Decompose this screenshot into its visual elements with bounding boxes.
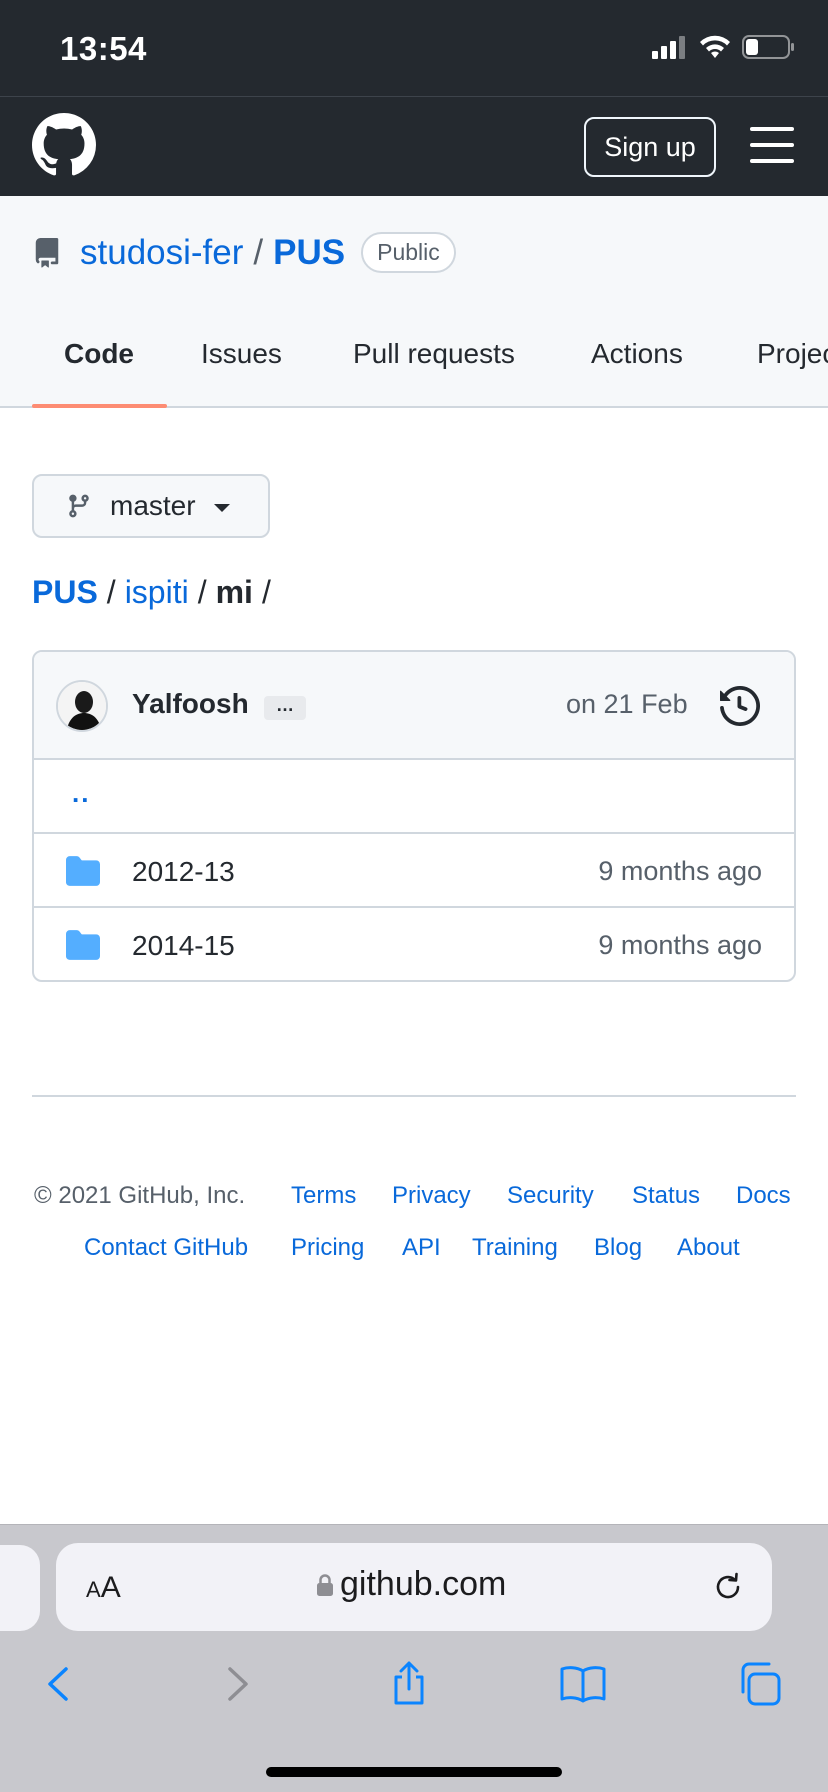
- parent-directory-link[interactable]: ..: [72, 778, 90, 809]
- footer-divider: [32, 1095, 796, 1097]
- bookmarks-icon[interactable]: [558, 1659, 608, 1709]
- footer-link-docs[interactable]: Docs: [736, 1182, 791, 1210]
- commit-date: on 21 Feb: [566, 689, 688, 719]
- footer-link-training[interactable]: Training: [472, 1234, 558, 1262]
- active-tab-underline: [32, 404, 167, 408]
- back-icon[interactable]: [34, 1659, 84, 1709]
- wifi-icon: [700, 35, 730, 58]
- repo-separator: /: [253, 232, 264, 272]
- hamburger-menu-icon[interactable]: [750, 127, 794, 167]
- forward-icon[interactable]: [212, 1659, 262, 1709]
- commit-author[interactable]: Yalfoosh: [132, 688, 249, 720]
- breadcrumb-separator: /: [197, 574, 207, 610]
- status-bar: 13:54: [0, 0, 828, 96]
- home-indicator: [266, 1767, 562, 1777]
- url-display[interactable]: github.com: [316, 1565, 506, 1604]
- commit-message-toggle-button[interactable]: …: [264, 696, 306, 720]
- share-icon[interactable]: [384, 1659, 434, 1709]
- repo-owner-link[interactable]: studosi-fer: [80, 233, 243, 273]
- github-logo-icon[interactable]: [32, 113, 96, 177]
- list-item[interactable]: 2014-15 9 months ago: [34, 908, 794, 980]
- directory-name[interactable]: 2014-15: [132, 930, 235, 962]
- breadcrumb-separator: /: [106, 574, 116, 610]
- footer-link-about[interactable]: About: [677, 1234, 740, 1262]
- tab-actions[interactable]: Actions: [591, 338, 683, 370]
- lock-icon: [317, 1573, 333, 1596]
- tab-issues[interactable]: Issues: [201, 338, 282, 370]
- url-text: github.com: [340, 1565, 507, 1603]
- parent-directory-row[interactable]: ..: [34, 760, 794, 834]
- breadcrumb-folder-link[interactable]: ispiti: [125, 574, 189, 611]
- file-list: Yalfoosh … on 21 Feb .. 2012-13 9 months…: [32, 650, 796, 982]
- footer-link-pricing[interactable]: Pricing: [291, 1234, 364, 1262]
- repo-tabs: Code Issues Pull requests Actions Projec: [0, 326, 828, 408]
- directory-name[interactable]: 2012-13: [132, 856, 235, 888]
- footer-links-row-1: Terms Privacy Security Status Docs: [0, 1182, 828, 1212]
- breadcrumb: PUS / ispiti / mi /: [32, 574, 280, 611]
- repo-name-link[interactable]: PUS: [273, 233, 345, 273]
- folder-icon: [66, 856, 100, 886]
- cellular-signal-icon: [652, 36, 685, 59]
- footer-links-row-2: Contact GitHub Pricing API Training Blog…: [0, 1234, 828, 1264]
- tabs-icon[interactable]: [736, 1659, 786, 1709]
- reload-icon[interactable]: [710, 1569, 746, 1605]
- branch-selector-button[interactable]: master: [32, 474, 270, 538]
- folder-icon: [66, 930, 100, 960]
- browser-bottom-bar: AA github.com: [0, 1524, 828, 1792]
- address-bar[interactable]: AA github.com: [56, 1543, 772, 1631]
- footer-link-blog[interactable]: Blog: [594, 1234, 642, 1262]
- footer-link-security[interactable]: Security: [507, 1182, 594, 1210]
- footer-link-contact-github[interactable]: Contact GitHub: [84, 1234, 248, 1262]
- sign-up-button[interactable]: Sign up: [584, 117, 716, 177]
- latest-commit-row: Yalfoosh … on 21 Feb: [34, 652, 794, 760]
- footer-link-status[interactable]: Status: [632, 1182, 700, 1210]
- tab-pull-requests[interactable]: Pull requests: [353, 338, 515, 370]
- repo-header: studosi-fer / PUS Public Code Issues Pul…: [0, 196, 828, 408]
- directory-age: 9 months ago: [598, 856, 762, 886]
- github-header: Sign up: [0, 96, 828, 196]
- repo-icon: [35, 237, 59, 268]
- repo-title: studosi-fer / PUS Public: [32, 232, 456, 273]
- visibility-badge: Public: [361, 232, 456, 273]
- list-item[interactable]: 2012-13 9 months ago: [34, 834, 794, 908]
- tab-projects[interactable]: Projec: [757, 338, 828, 370]
- avatar[interactable]: [56, 680, 108, 732]
- avatar-image: [58, 682, 106, 730]
- branch-name: master: [110, 490, 196, 521]
- directory-age: 9 months ago: [598, 930, 762, 960]
- breadcrumb-repo-link[interactable]: PUS: [32, 574, 98, 611]
- previous-tab-preview[interactable]: [0, 1545, 40, 1631]
- footer-link-terms[interactable]: Terms: [291, 1182, 356, 1210]
- dropdown-caret-icon: [213, 503, 230, 512]
- footer-link-privacy[interactable]: Privacy: [392, 1182, 471, 1210]
- breadcrumb-current: mi: [215, 574, 253, 610]
- footer-link-api[interactable]: API: [402, 1234, 441, 1262]
- breadcrumb-trailing-separator: /: [261, 574, 271, 610]
- tab-code[interactable]: Code: [64, 338, 134, 370]
- history-icon[interactable]: [720, 686, 760, 726]
- status-time: 13:54: [60, 30, 147, 67]
- battery-icon: [742, 35, 794, 59]
- reader-options-button[interactable]: AA: [86, 1571, 121, 1605]
- git-branch-icon: [69, 494, 89, 518]
- status-icons: [652, 34, 796, 60]
